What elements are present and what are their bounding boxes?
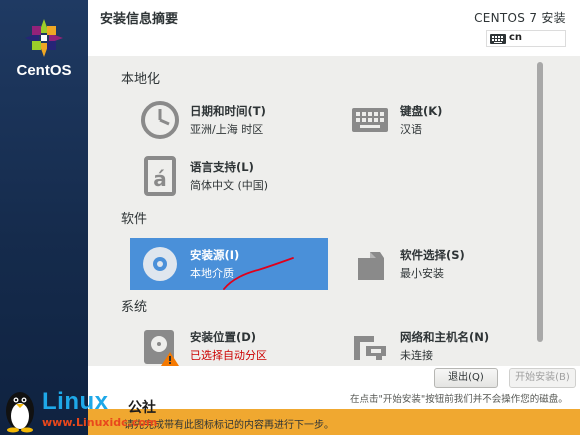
watermark-cn: 公社	[128, 400, 156, 416]
hint-text: 在点击"开始安装"按钮前我们并不会操作您的磁盘。	[350, 394, 568, 405]
spoke-keyboard-title: 键盘(K)	[400, 104, 443, 118]
spoke-network-title: 网络和主机名(N)	[400, 330, 490, 344]
sidebar: CentOS	[0, 0, 88, 435]
spoke-network-status: 未连接	[400, 349, 433, 362]
section-software: 软件	[121, 212, 148, 227]
spoke-installation-destination[interactable]: 安装位置(D) 已选择自动分区	[130, 320, 328, 366]
spoke-datetime-title: 日期和时间(T)	[190, 104, 266, 118]
watermark-url: www.Linuxidc.com	[42, 416, 158, 429]
keyboard-layout-label: cn	[509, 32, 523, 43]
network-icon	[354, 336, 386, 360]
spoke-destination-title: 安装位置(D)	[190, 330, 257, 344]
scrollbar-thumb[interactable]	[537, 62, 543, 342]
brand-label: CentOS	[16, 62, 72, 79]
page-title: 安装信息摘要	[100, 12, 179, 27]
keyboard-icon	[490, 34, 506, 44]
spoke-software-selection[interactable]: 软件选择(S) 最小安装	[340, 238, 530, 290]
summary-panel: 本地化 软件 系统 日期和时间(T) 亚洲/上海 时区 键盘(K) 汉语 á 语…	[88, 56, 580, 366]
scrollbar[interactable]	[537, 62, 543, 362]
section-localization: 本地化	[121, 72, 161, 87]
quit-button[interactable]: 退出(Q)	[434, 368, 498, 388]
spoke-language-title: 语言支持(L)	[190, 160, 254, 174]
spoke-datetime-status: 亚洲/上海 时区	[190, 123, 264, 136]
product-title: CENTOS 7 安装	[474, 11, 566, 25]
spoke-keyboard-status: 汉语	[400, 123, 422, 136]
centos-logo	[25, 19, 63, 57]
section-system: 系统	[121, 300, 148, 315]
spoke-software-title: 软件选择(S)	[400, 248, 465, 262]
language-icon: á	[144, 156, 176, 196]
disc-icon	[143, 247, 177, 281]
spoke-network-hostname[interactable]: 网络和主机名(N) 未连接	[340, 320, 530, 366]
keyboard-icon	[352, 108, 388, 132]
keyboard-layout-indicator[interactable]: cn	[486, 30, 566, 47]
spoke-destination-status: 已选择自动分区	[190, 349, 267, 362]
svg-text:á: á	[153, 167, 167, 191]
spoke-source-title: 安装源(I)	[190, 248, 240, 262]
spoke-source-status: 本地介质	[190, 267, 234, 280]
clock-icon	[141, 101, 179, 139]
spoke-language[interactable]: á 语言支持(L) 简体中文 (中国)	[130, 150, 328, 202]
harddisk-warning-icon	[144, 330, 179, 366]
spoke-language-status: 简体中文 (中国)	[190, 179, 269, 192]
begin-installation-button[interactable]: 开始安装(B)	[509, 368, 576, 388]
spoke-installation-source[interactable]: 安装源(I) 本地介质	[130, 238, 328, 290]
spoke-datetime[interactable]: 日期和时间(T) 亚洲/上海 时区	[130, 94, 328, 146]
spoke-software-status: 最小安装	[400, 267, 444, 280]
package-icon	[358, 252, 384, 280]
watermark-linux: Linux	[42, 388, 109, 415]
spoke-keyboard[interactable]: 键盘(K) 汉语	[340, 94, 530, 146]
